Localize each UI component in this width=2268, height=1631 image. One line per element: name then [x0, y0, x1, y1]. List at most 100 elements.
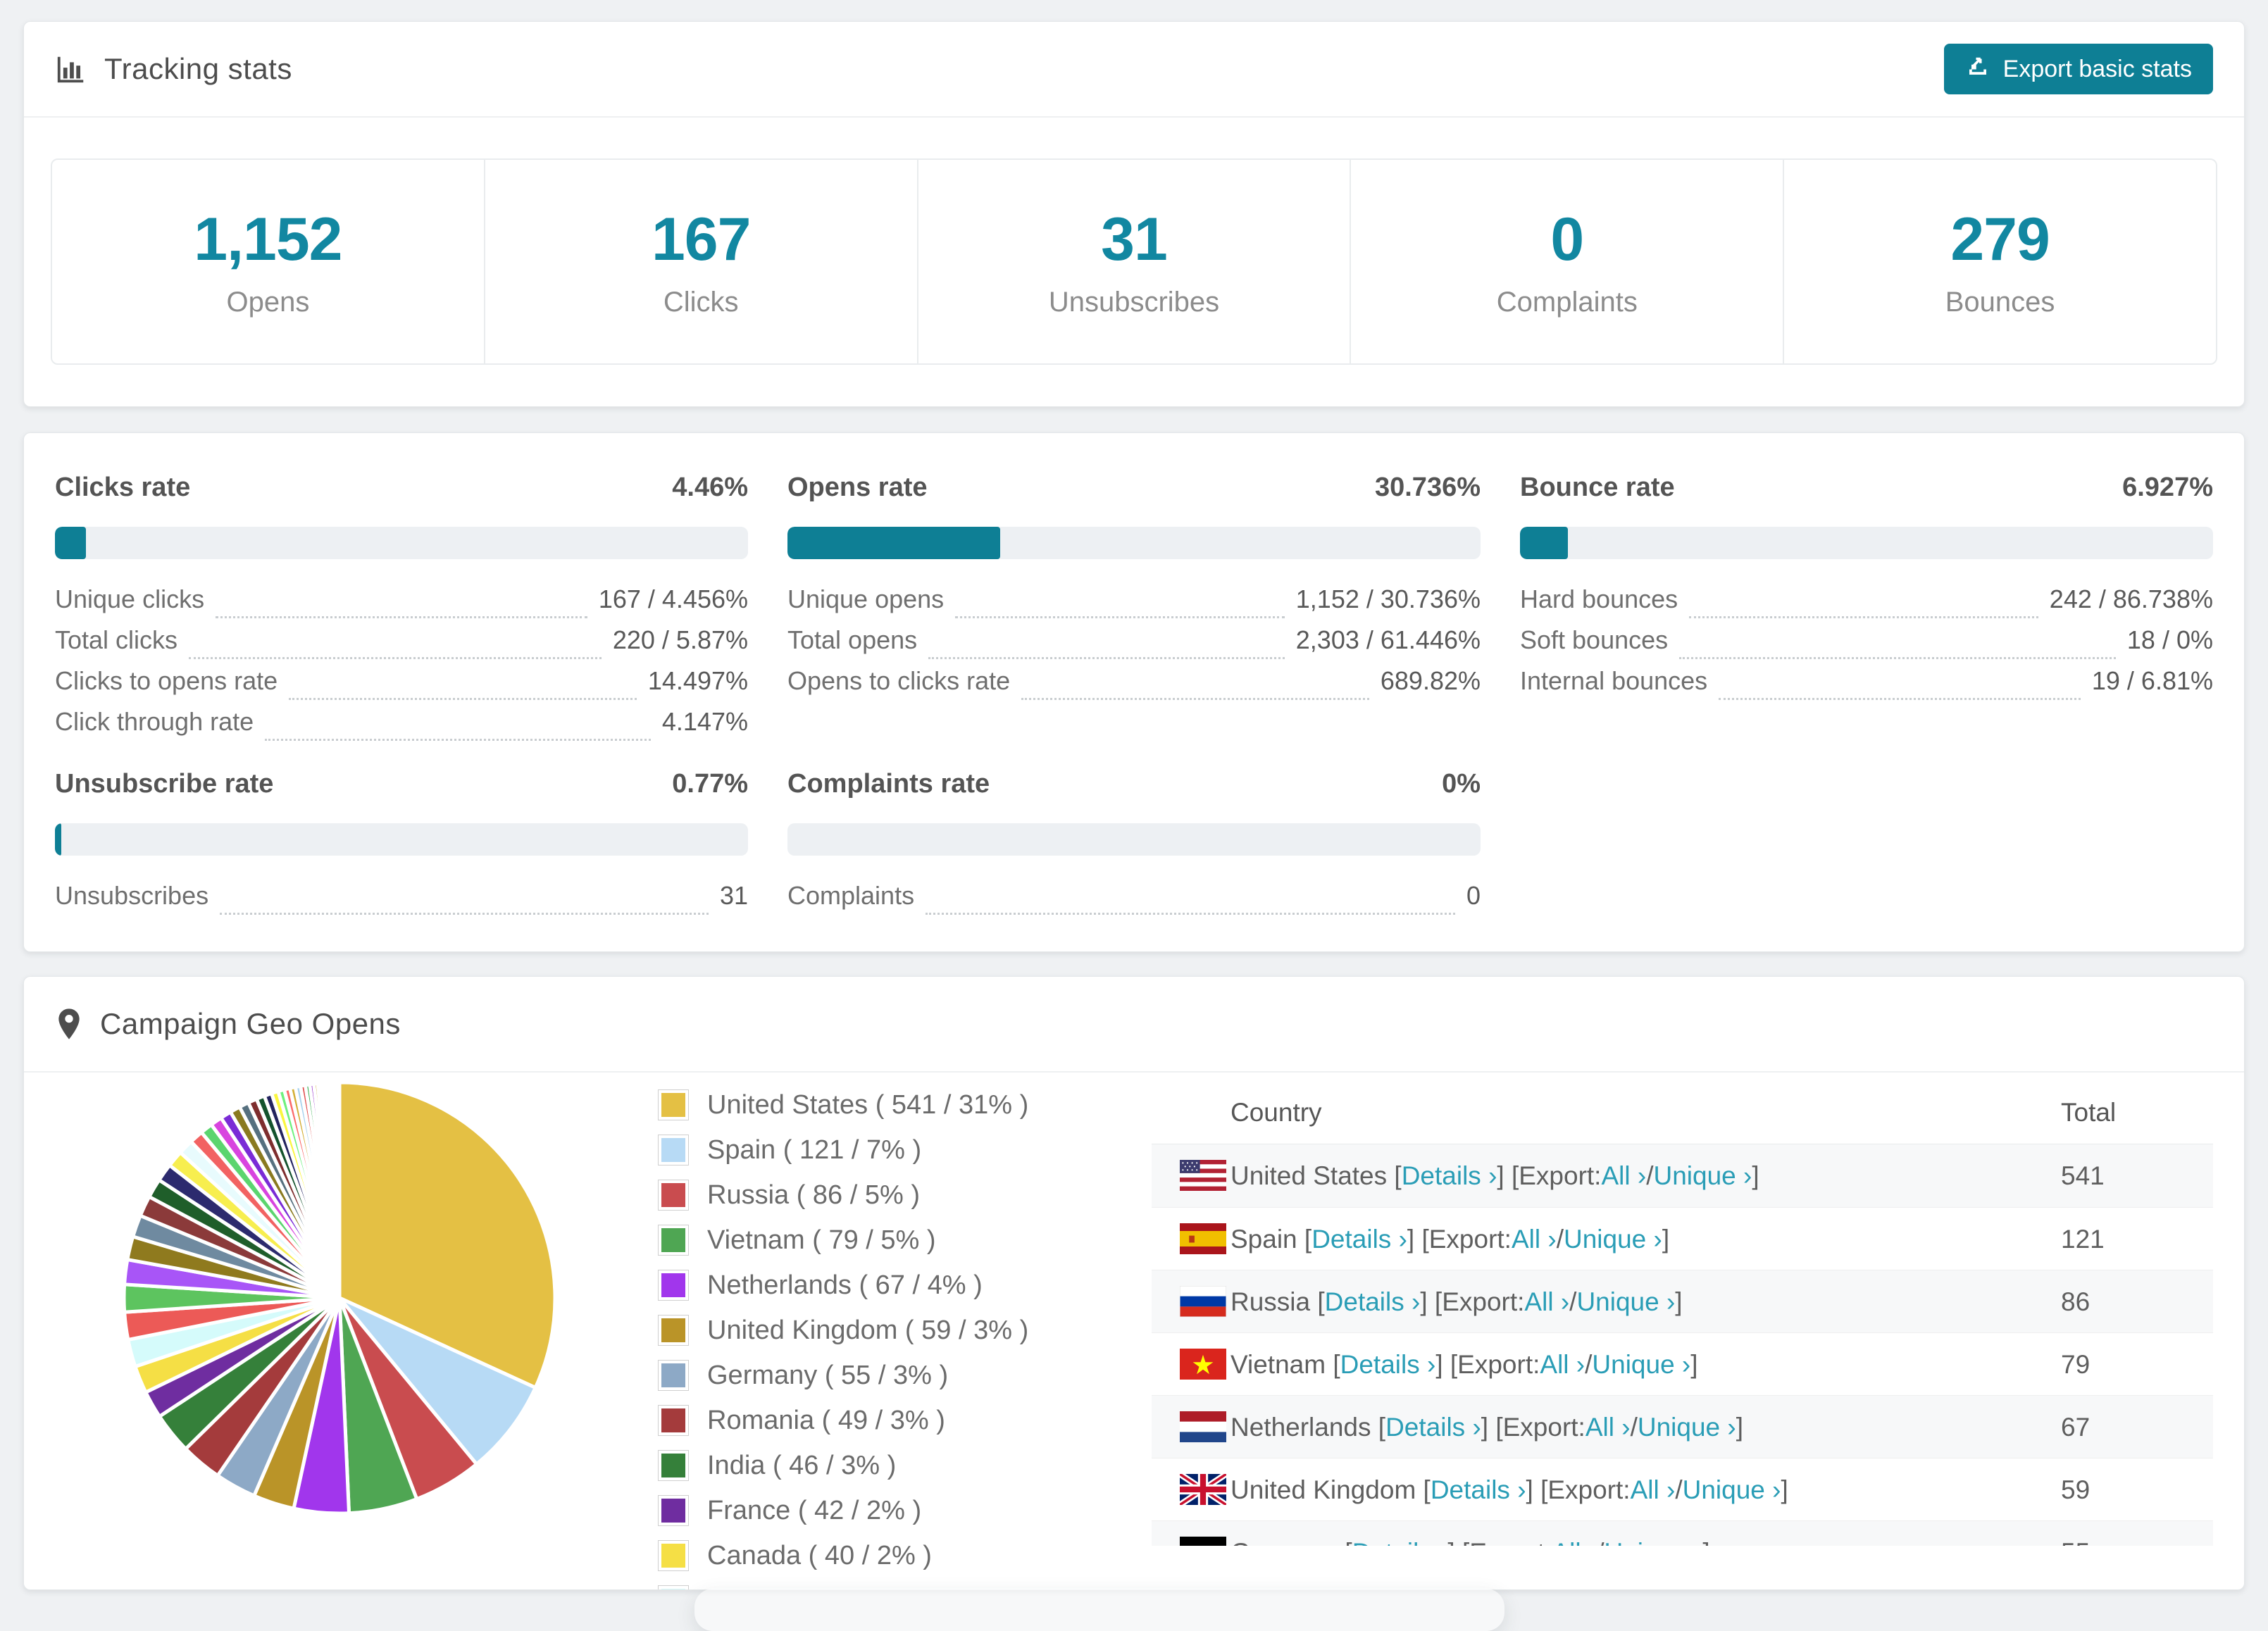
rates-card: Clicks rate 4.46% Unique clicks 167 / 4.4… [23, 432, 2245, 952]
country-cell: Netherlands [Details ›] [Export: All › /… [1230, 1412, 1743, 1442]
tracking-stats-title-text: Tracking stats [104, 52, 292, 85]
geo-table-row: United States [Details ›] [Export: All ›… [1152, 1144, 2213, 1207]
legend-swatch [658, 1360, 689, 1391]
stat-bounces: 279 Bounces [1784, 160, 2216, 363]
legend-item: Vietnam ( 79 / 5% ) [658, 1218, 1028, 1263]
stat-row: Opens to clicks rate 689.82% [787, 666, 1481, 707]
export-all-link[interactable]: All › [1524, 1287, 1569, 1317]
opens-value: 1,152 [194, 206, 342, 273]
country-cell: United States [Details ›] [Export: All ›… [1230, 1161, 1759, 1191]
export-unique-link[interactable]: Unique › [1683, 1475, 1781, 1505]
export-unique-link[interactable]: Unique › [1605, 1538, 1703, 1546]
stat-band: 1,152 Opens 167 Clicks 31 Unsubscribes 0… [51, 158, 2217, 365]
geo-opens-title-text: Campaign Geo Opens [100, 1007, 401, 1040]
complaints-rate-bar [787, 823, 1481, 856]
export-unique-link[interactable]: Unique › [1638, 1413, 1736, 1442]
clicks-rate-value: 4.46% [672, 473, 748, 502]
legend-label: Netherlands ( 67 / 4% ) [707, 1270, 983, 1300]
clicks-value: 167 [651, 206, 751, 273]
legend-item: France ( 42 / 2% ) [658, 1488, 1028, 1533]
details-link[interactable]: Details › [1325, 1287, 1421, 1317]
bounces-label: Bounces [1945, 287, 2055, 318]
unsubscribe-rate-title: Unsubscribe rate [55, 769, 274, 799]
legend-item: Romania ( 49 / 3% ) [658, 1398, 1028, 1443]
partial-bottom-element [694, 1589, 1504, 1631]
unsubscribes-label: Unsubscribes [1048, 287, 1220, 318]
legend-label: United Kingdom ( 59 / 3% ) [707, 1315, 1029, 1345]
complaints-value: 0 [1550, 206, 1584, 273]
tracking-stats-header: Tracking stats Export basic stats [24, 22, 2244, 118]
geo-opens-card: Campaign Geo Opens United States ( 541 /… [23, 976, 2245, 1590]
legend-item: United States ( 541 / 31% ) [658, 1082, 1028, 1127]
total-cell: 79 [2061, 1349, 2091, 1379]
legend-label: Canada ( 40 / 2% ) [707, 1540, 932, 1570]
legend-item: Netherlands ( 67 / 4% ) [658, 1263, 1028, 1308]
legend-swatch [658, 1405, 689, 1436]
stat-clicks: 167 Clicks [485, 160, 918, 363]
export-all-link[interactable]: All › [1601, 1161, 1646, 1191]
legend-swatch [658, 1225, 689, 1256]
country-cell: United Kingdom [Details ›] [Export: All … [1230, 1475, 1788, 1505]
legend-swatch [658, 1450, 689, 1481]
legend-item: Germany ( 55 / 3% ) [658, 1353, 1028, 1398]
legend-label: Spain ( 121 / 7% ) [707, 1135, 922, 1165]
export-all-link[interactable]: All › [1585, 1413, 1631, 1442]
export-unique-link[interactable]: Unique › [1592, 1350, 1690, 1380]
legend-item: Spain ( 121 / 7% ) [658, 1127, 1028, 1173]
export-basic-stats-button[interactable]: Export basic stats [1943, 44, 2213, 94]
complaints-label: Complaints [1496, 287, 1638, 318]
es-flag-icon [1180, 1223, 1226, 1254]
opens-rate-title: Opens rate [787, 473, 928, 502]
country-cell: Germany [Details ›] [Export: All › / Uni… [1230, 1521, 1710, 1546]
stat-row: Unsubscribes 31 [55, 881, 748, 922]
export-all-link[interactable]: All › [1631, 1475, 1676, 1505]
unsubscribe-rate-value: 0.77% [672, 769, 748, 799]
export-unique-link[interactable]: Unique › [1576, 1287, 1675, 1317]
legend-swatch [658, 1180, 689, 1211]
legend-label: France ( 42 / 2% ) [707, 1495, 922, 1525]
details-link[interactable]: Details › [1402, 1161, 1497, 1191]
details-link[interactable]: Details › [1385, 1413, 1481, 1442]
legend-swatch [658, 1089, 689, 1120]
geo-table-header: Country Total [1152, 1081, 2213, 1144]
stat-row: Internal bounces 19 / 6.81% [1520, 666, 2213, 707]
unsubscribe-rate-bar [55, 823, 748, 856]
country-cell: Vietnam [Details ›] [Export: All › / Uni… [1230, 1349, 1698, 1380]
clicks-rate-title: Clicks rate [55, 473, 191, 502]
stat-row: Hard bounces 242 / 86.738% [1520, 585, 2213, 625]
legend-swatch [658, 1540, 689, 1571]
country-cell: Russia [Details ›] [Export: All › / Uniq… [1230, 1287, 1683, 1317]
legend-label: India ( 46 / 3% ) [707, 1450, 897, 1480]
bounces-value: 279 [1950, 206, 2050, 273]
complaints-rate-value: 0% [1442, 769, 1481, 799]
export-unique-link[interactable]: Unique › [1653, 1161, 1752, 1191]
ru-flag-icon [1180, 1286, 1226, 1317]
legend-label: Russia ( 86 / 5% ) [707, 1180, 920, 1210]
geo-opens-header: Campaign Geo Opens [24, 977, 2244, 1073]
us-flag-icon [1180, 1160, 1226, 1191]
clicks-rate-block: Clicks rate 4.46% Unique clicks 167 / 4.4… [55, 473, 748, 748]
details-link[interactable]: Details › [1352, 1538, 1448, 1546]
details-link[interactable]: Details › [1311, 1225, 1407, 1254]
stat-row: Unique opens 1,152 / 30.736% [787, 585, 1481, 625]
legend-item: Russia ( 86 / 5% ) [658, 1173, 1028, 1218]
tracking-stats-card: Tracking stats Export basic stats 1,152 … [23, 21, 2245, 407]
geo-table-row: Russia [Details ›] [Export: All › / Uniq… [1152, 1270, 2213, 1332]
export-unique-link[interactable]: Unique › [1564, 1225, 1662, 1254]
opens-rate-bar [787, 527, 1481, 559]
country-cell: Spain [Details ›] [Export: All › / Uniqu… [1230, 1224, 1670, 1254]
details-link[interactable]: Details › [1431, 1475, 1526, 1505]
stat-row: Clicks to opens rate 14.497% [55, 666, 748, 707]
legend-item: Canada ( 40 / 2% ) [658, 1533, 1028, 1578]
export-all-link[interactable]: All › [1512, 1225, 1557, 1254]
export-all-link[interactable]: All › [1552, 1538, 1597, 1546]
legend-swatch [658, 1135, 689, 1166]
details-link[interactable]: Details › [1340, 1350, 1436, 1380]
legend-swatch [658, 1495, 689, 1526]
legend-item: United Kingdom ( 59 / 3% ) [658, 1308, 1028, 1353]
geo-table-row: Vietnam [Details ›] [Export: All › / Uni… [1152, 1332, 2213, 1395]
stat-unsubscribes: 31 Unsubscribes [918, 160, 1352, 363]
geo-table-row: Spain [Details ›] [Export: All › / Uniqu… [1152, 1207, 2213, 1270]
legend-label: Germany ( 55 / 3% ) [707, 1360, 949, 1390]
export-all-link[interactable]: All › [1540, 1350, 1585, 1380]
